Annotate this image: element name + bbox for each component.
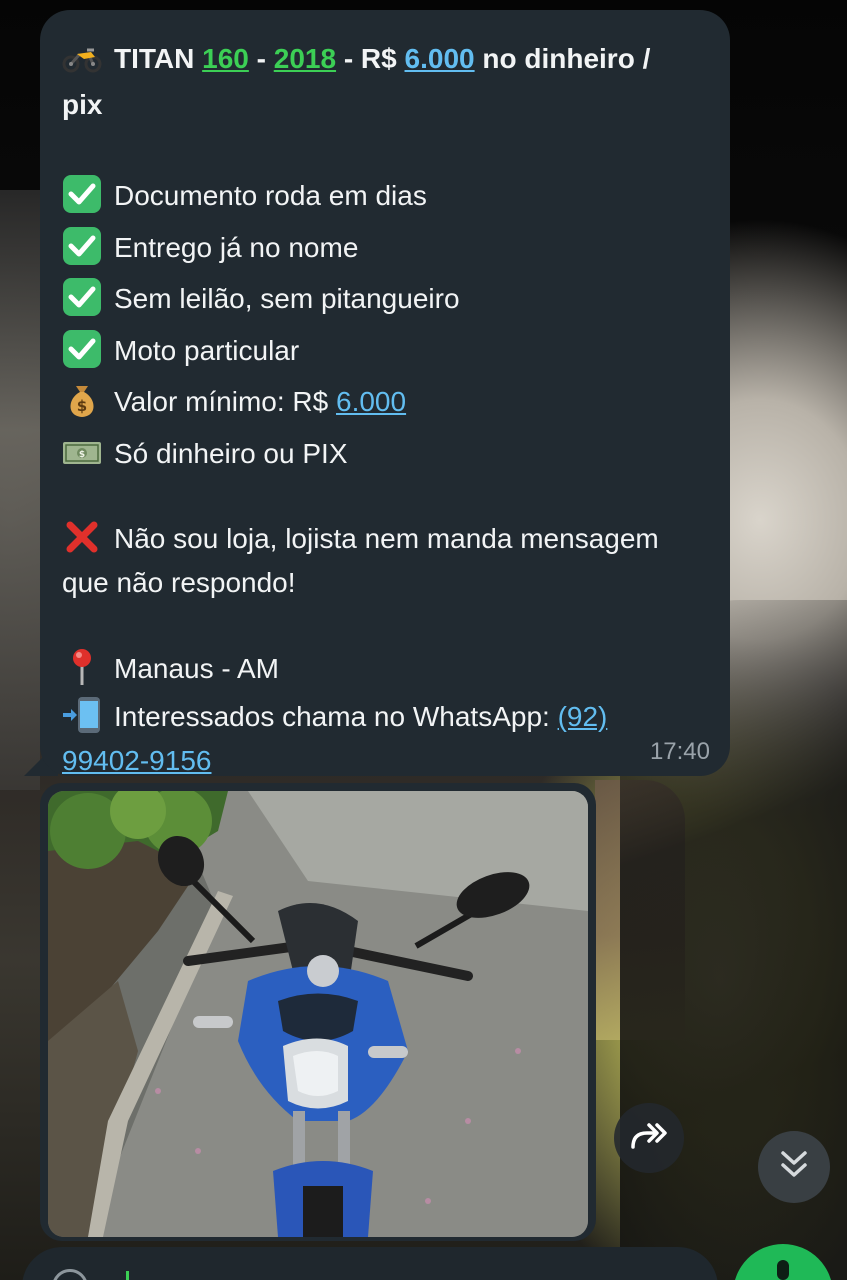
photo-message-bubble[interactable] [40,783,596,1241]
warning-line: Não sou loja, lojista nem manda mensagem… [62,517,706,605]
cross-mark-icon [62,517,102,557]
list-item-text: Sem leilão, sem pitangueiro [114,283,460,314]
location-line: Manaus - AM [62,643,706,695]
mic-icon [777,1260,789,1280]
contact-line: Interessados chama no WhatsApp: (92) 9940… [62,695,706,783]
check-mark-icon [62,174,102,214]
contact-label: Interessados chama no WhatsApp: [114,700,558,732]
svg-text:$: $ [79,450,85,460]
mobile-phone-arrow-icon [62,695,102,735]
min-value-line: $ Valor mínimo: R$ 6.000 [62,376,706,428]
forward-button[interactable] [614,1103,684,1173]
text-cursor [126,1271,129,1280]
title-suffix: no dinheiro / [474,43,651,74]
svg-text:$: $ [77,397,87,415]
title-prefix: TITAN [114,43,203,74]
min-value-link[interactable]: 6.000 [336,386,406,417]
round-pushpin-icon [62,647,102,687]
list-item: Documento roda em dias [62,170,706,222]
message-title: TITAN 160 - 2018 - R$ 6.000 no dinheiro … [62,36,706,128]
payment-text: Só dinheiro ou PIX [114,437,348,469]
list-item: Entrego já no nome [62,222,706,274]
title-line2: pix [62,89,103,120]
warning-text: Não sou loja, lojista nem manda mensagem… [62,523,659,598]
min-value-label: Valor mínimo: R$ [114,386,336,417]
emoji-picker-icon[interactable] [52,1269,88,1280]
phone-link-part2[interactable]: 99402-9156 [62,745,211,776]
forward-arrows-icon [629,1121,669,1156]
payment-line: $ Só dinheiro ou PIX [62,428,706,480]
banknote-icon: $ [62,432,102,472]
motorcycle-icon [62,37,102,77]
check-mark-icon [62,277,102,317]
list-item: Moto particular [62,325,706,377]
message-bubble[interactable]: TITAN 160 - 2018 - R$ 6.000 no dinheiro … [40,10,730,776]
title-year-number[interactable]: 2018 [274,43,336,74]
check-mark-icon [62,226,102,266]
list-item: Sem leilão, sem pitangueiro [62,273,706,325]
list-item-text: Entrego já no nome [114,231,359,263]
list-item-text: Documento roda em dias [114,180,427,211]
money-bag-icon: $ [62,380,102,420]
wallpaper-blur-left [0,190,40,790]
double-chevron-down-icon [779,1149,809,1186]
check-mark-icon [62,329,102,369]
message-input-bar[interactable] [22,1247,718,1280]
list-item-text: Moto particular [114,334,300,366]
title-price-link[interactable]: 6.000 [405,43,475,74]
title-currency: - R$ [336,43,405,74]
message-timestamp: 17:40 [649,738,710,765]
title-cc-number[interactable]: 160 [202,43,249,74]
title-separator: - [248,43,274,74]
phone-link-part1[interactable]: (92) [558,701,608,732]
scroll-down-button[interactable] [758,1131,830,1203]
motorcycle-photo[interactable] [48,791,588,1237]
location-text: Manaus - AM [114,653,279,684]
